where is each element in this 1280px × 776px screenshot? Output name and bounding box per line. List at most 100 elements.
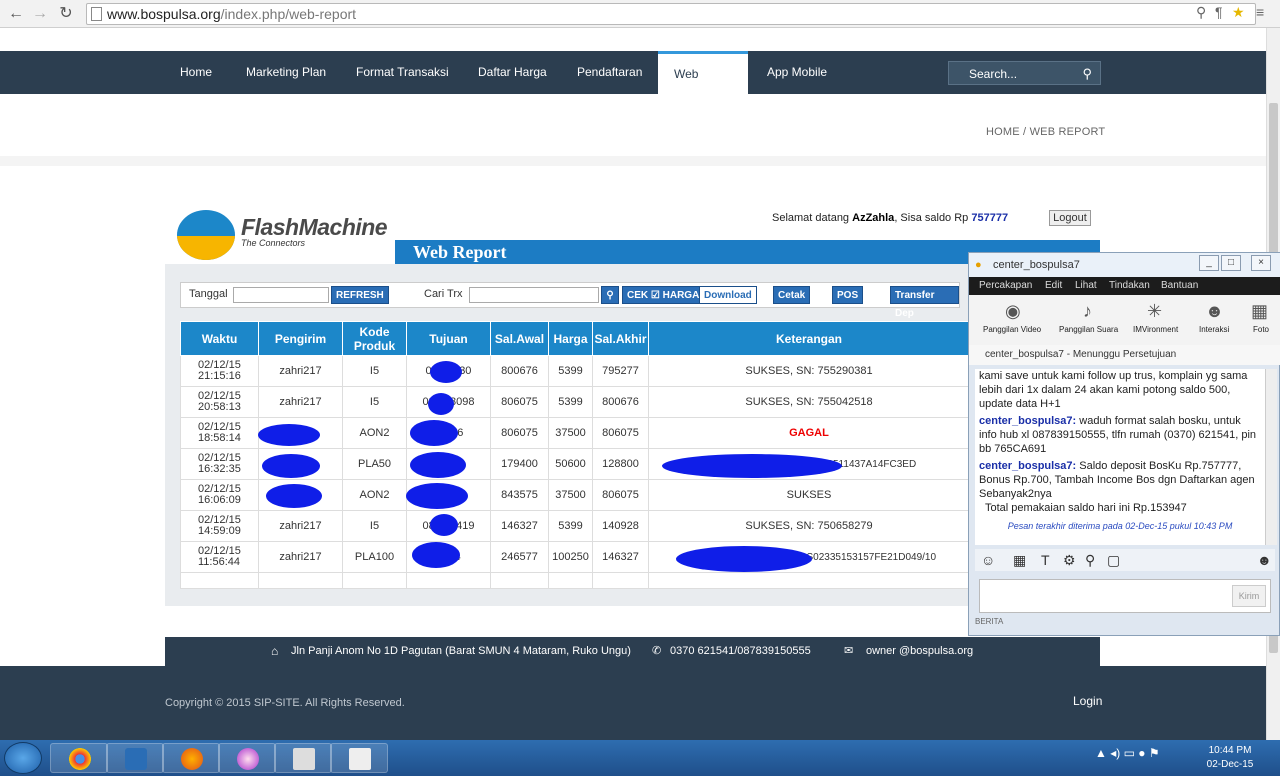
- taskbar-firefox[interactable]: [162, 743, 220, 773]
- url-host: www.bospulsa.org: [107, 6, 221, 22]
- search-icon[interactable]: ⚲: [1082, 62, 1092, 86]
- foto-icon[interactable]: ▦: [1251, 301, 1268, 322]
- cell-time: 18:58:14: [198, 432, 241, 444]
- redaction-mark: [258, 424, 320, 446]
- settings-icon[interactable]: ⚙: [1063, 549, 1076, 571]
- reload-icon[interactable]: ↻: [56, 4, 76, 24]
- cell-empty: [490, 572, 549, 589]
- tool-voice-label: Panggilan Suara: [1059, 325, 1119, 334]
- breadcrumb-bar: HOME / WEB REPORT: [0, 94, 1266, 166]
- cell-awal: 843575: [490, 479, 549, 511]
- cell-waktu: 02/12/15 11:56:44: [180, 541, 259, 573]
- minimize-button[interactable]: _: [1199, 255, 1219, 271]
- video-call-icon[interactable]: ◉: [1005, 301, 1021, 322]
- imvironment-icon[interactable]: ✳: [1147, 301, 1162, 322]
- footer-email[interactable]: owner @bospulsa.org: [866, 637, 973, 666]
- menu-tindakan[interactable]: Tindakan: [1109, 277, 1150, 295]
- close-button[interactable]: ×: [1251, 255, 1271, 271]
- nav-app-mobile[interactable]: App Mobile: [767, 51, 827, 94]
- menu-icon[interactable]: ≡: [1256, 4, 1264, 20]
- phone-icon: ✆: [652, 645, 662, 657]
- cari-trx-input[interactable]: [469, 287, 599, 303]
- transfer-dep-button[interactable]: Transfer Dep: [890, 286, 959, 319]
- chat-app-icon: ●: [975, 259, 982, 271]
- taskbar-app[interactable]: [106, 743, 164, 773]
- table-row: 02/12/1520:58:13zahri217I5085 4809880607…: [180, 386, 970, 418]
- logout-button[interactable]: Logout: [1049, 210, 1091, 226]
- cetak-button[interactable]: Cetak: [773, 286, 811, 304]
- start-button[interactable]: [4, 742, 42, 774]
- voice-call-icon[interactable]: ♪: [1083, 301, 1092, 322]
- chat-scrollbar[interactable]: [1265, 369, 1277, 545]
- chat-title: center_bospulsa7: [993, 259, 1080, 271]
- copyright-text: Copyright © 2015 SIP-SITE. All Rights Re…: [165, 697, 405, 709]
- chat-timestamp-note: Pesan terakhir diterima pada 02-Dec-15 p…: [1007, 521, 1233, 531]
- extension-icon[interactable]: ¶: [1215, 4, 1223, 20]
- chat-titlebar[interactable]: ● center_bospulsa7 _ □ ×: [969, 253, 1280, 277]
- nav-marketing-plan[interactable]: Marketing Plan: [246, 51, 326, 94]
- menu-bantuan[interactable]: Bantuan: [1161, 277, 1198, 295]
- col-waktu: Waktu: [180, 321, 259, 356]
- redaction-mark: [262, 454, 320, 478]
- nav-home[interactable]: Home: [180, 51, 212, 94]
- cell-kode: I5: [342, 510, 407, 542]
- cell-time: 11:56:44: [198, 556, 241, 568]
- col-harga: Harga: [548, 321, 593, 356]
- taskbar-window[interactable]: [274, 743, 332, 773]
- taskbar-calculator[interactable]: [330, 743, 388, 773]
- star-icon[interactable]: ★: [1232, 4, 1245, 21]
- cell-waktu: 02/12/15 20:58:13: [180, 386, 259, 418]
- cell-harga: 37500: [548, 417, 593, 449]
- taskbar-chrome[interactable]: [50, 743, 108, 773]
- nav-format-transaksi[interactable]: Format Transaksi: [356, 51, 449, 94]
- cell-awal: 179400: [490, 448, 549, 480]
- footer-login-link[interactable]: Login: [1073, 694, 1102, 708]
- font-icon[interactable]: T: [1041, 549, 1050, 571]
- cell-akhir: 806075: [592, 479, 649, 511]
- search-trx-icon[interactable]: ⚲: [601, 286, 619, 304]
- zoom-icon[interactable]: ⚲: [1196, 4, 1206, 21]
- saldo-amount: 757777: [971, 212, 1009, 224]
- attach-icon[interactable]: ⚲: [1085, 549, 1095, 571]
- footer-phone: 0370 621541/087839150555: [670, 645, 811, 657]
- maximize-button[interactable]: □: [1221, 255, 1241, 271]
- more-icon[interactable]: ▢: [1107, 549, 1120, 571]
- cell-empty: [648, 572, 970, 589]
- chat-sender: center_bospulsa7:: [979, 460, 1077, 472]
- menu-percakapan[interactable]: Percakapan: [979, 277, 1032, 295]
- nav-daftar-harga[interactable]: Daftar Harga: [478, 51, 547, 94]
- refresh-button[interactable]: REFRESH: [331, 286, 389, 304]
- cell-harga: 50600: [548, 448, 593, 480]
- taskbar-messenger[interactable]: [218, 743, 276, 773]
- menu-edit[interactable]: Edit: [1045, 277, 1062, 295]
- tanggal-input[interactable]: [233, 287, 329, 303]
- cell-time: 21:15:16: [198, 370, 241, 382]
- download-button[interactable]: Download: [699, 286, 757, 304]
- tanggal-label: Tanggal: [189, 288, 228, 300]
- emoticon-icon[interactable]: ☺: [981, 549, 995, 571]
- pos-button[interactable]: POS: [832, 286, 864, 304]
- browser-toolbar: ← → ↻ www.bospulsa.org/index.php/web-rep…: [0, 0, 1280, 28]
- forward-icon[interactable]: →: [30, 4, 50, 24]
- system-clock[interactable]: 10:44 PM 02-Dec-15: [1200, 744, 1260, 772]
- contact-icon[interactable]: ☻: [1257, 549, 1272, 571]
- breadcrumb: HOME / WEB REPORT: [986, 126, 1106, 138]
- back-icon[interactable]: ←: [6, 4, 26, 24]
- windows-taskbar: ▲ ◂) ▭ ● ⚑ 10:44 PM 02-Dec-15: [0, 740, 1280, 776]
- search-input[interactable]: Search... ⚲: [948, 61, 1101, 85]
- chat-menubar: Percakapan Edit Lihat Tindakan Bantuan: [969, 277, 1280, 295]
- nav-pendaftaran[interactable]: Pendaftaran: [577, 51, 642, 94]
- cell-ket: SUKSES: [648, 479, 970, 511]
- nav-web-report[interactable]: Web Report: [658, 51, 748, 121]
- interaksi-icon[interactable]: ☻: [1205, 301, 1224, 322]
- menu-lihat[interactable]: Lihat: [1075, 277, 1097, 295]
- send-button[interactable]: Kirim: [1232, 585, 1266, 607]
- chat-input[interactable]: [979, 579, 1271, 613]
- tool-foto-label: Foto: [1253, 325, 1270, 334]
- cell-ket: SUKSES, SN: 755042518: [648, 386, 970, 418]
- cek-harga-button[interactable]: CEK ☑ HARGA: [622, 286, 705, 304]
- nudge-icon[interactable]: ▦: [1013, 549, 1026, 571]
- system-tray-icons[interactable]: ▲ ◂) ▭ ● ⚑: [1095, 746, 1160, 760]
- chat-footer-label: BERITA: [975, 617, 1004, 626]
- address-bar[interactable]: www.bospulsa.org/index.php/web-report: [86, 3, 1256, 25]
